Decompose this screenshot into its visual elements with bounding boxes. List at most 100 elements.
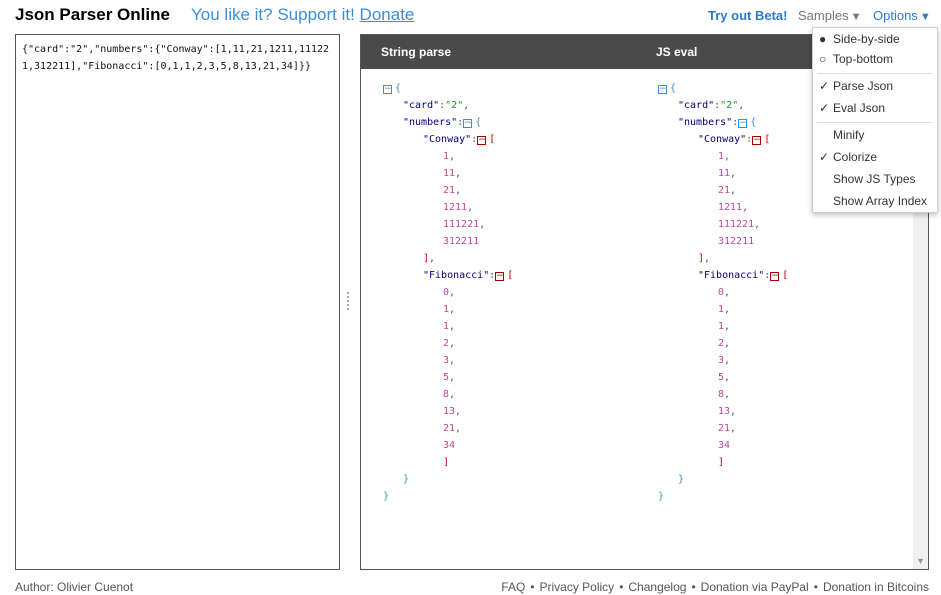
radio-selected-icon: ● (819, 32, 827, 46)
collapse-toggle-icon[interactable]: − (477, 136, 487, 145)
samples-menu-button[interactable]: Samples ▼ (798, 8, 861, 23)
faq-link[interactable]: FAQ (501, 580, 525, 594)
json-tree-line: 13, (718, 406, 737, 417)
json-tree-line: 1211, (718, 202, 749, 213)
json-tree-line: "numbers":−{ (403, 117, 482, 128)
json-tree-line: 21, (443, 423, 462, 434)
collapse-toggle-icon[interactable]: − (658, 85, 667, 94)
json-array-value: 11 (718, 168, 731, 179)
json-tree-line: 312211 (383, 233, 513, 250)
options-dropdown: ● Side-by-side ○ Top-bottom ✓ Parse Json ✓ E… (812, 27, 938, 213)
json-tree-line: "Conway":−[ (698, 134, 771, 145)
json-token: "Conway" (698, 134, 747, 145)
string-parse-tree: −{"card":"2", "numbers":−{"Conway":−[1, 11… (383, 80, 513, 505)
json-tree-line: 21, (718, 423, 737, 434)
paypal-donation-link[interactable]: Donation via PayPal (701, 580, 809, 594)
collapse-toggle-icon[interactable]: − (738, 119, 748, 128)
radio-empty-icon: ○ (819, 52, 827, 66)
bitcoin-donation-link[interactable]: Donation in Bitcoins (823, 580, 929, 594)
collapse-toggle-icon[interactable]: − (495, 272, 505, 281)
json-token: "2" (445, 100, 464, 111)
json-tree-line: −{ (658, 83, 677, 94)
author-credit: Author: Olivier Cuenot (15, 580, 134, 594)
json-tree-line: 111221, (443, 219, 486, 230)
donate-link[interactable]: Donate (360, 5, 415, 24)
json-tree-line: 1, (718, 151, 731, 162)
pane-splitter-handle[interactable] (347, 290, 351, 314)
json-tree-line: } (678, 474, 685, 485)
option-top-bottom[interactable]: ○ Top-bottom (819, 50, 893, 68)
json-tree-line: } (403, 474, 410, 485)
json-token: "card" (678, 100, 715, 111)
json-tree-line: 0, (443, 287, 456, 298)
json-tree-line: 34 (383, 437, 513, 454)
json-token: "Fibonacci" (698, 270, 765, 281)
json-array-value: 11 (443, 168, 456, 179)
options-menu-button[interactable]: Options ▼ (873, 8, 931, 23)
option-minify[interactable]: Minify (819, 126, 864, 144)
json-tree-line: 13, (443, 406, 462, 417)
json-tree-line: ] (718, 457, 725, 468)
option-show-js-types[interactable]: Show JS Types (819, 170, 916, 188)
json-array-value: 1211 (443, 202, 468, 213)
json-tree-line: 8, (718, 389, 731, 400)
menu-divider (817, 122, 933, 123)
json-tree-line: 2, (718, 338, 731, 349)
json-array-value: 34 (443, 440, 456, 451)
json-array-value: 312211 (443, 236, 480, 247)
json-tree-line: 0, (718, 287, 731, 298)
json-tree-line: } (383, 491, 390, 502)
json-array-value: 21 (443, 423, 456, 434)
support-text: You like it? Support it! (191, 5, 355, 24)
option-colorize[interactable]: ✓ Colorize (819, 148, 877, 166)
json-array-value: 111221 (718, 219, 755, 230)
option-parse-json[interactable]: ✓ Parse Json (819, 77, 893, 95)
json-tree-line: 11, (718, 168, 737, 179)
json-tree-line: 8, (443, 389, 456, 400)
collapse-toggle-icon[interactable]: − (383, 85, 392, 94)
support-message: You like it? Support it! Donate (191, 5, 414, 25)
json-token: "numbers" (678, 117, 733, 128)
json-input-textarea[interactable]: {"card":"2","numbers":{"Conway":[1,11,21… (15, 34, 340, 570)
samples-label: Samples (798, 8, 849, 23)
privacy-policy-link[interactable]: Privacy Policy (540, 580, 615, 594)
scroll-down-arrow-icon[interactable]: ▼ (916, 556, 925, 566)
collapse-toggle-icon[interactable]: − (463, 119, 473, 128)
json-tree-line: ] (443, 457, 450, 468)
try-beta-link[interactable]: Try out Beta! (708, 8, 787, 23)
options-label: Options (873, 8, 918, 23)
json-tree-line: ], (423, 253, 436, 264)
option-side-by-side[interactable]: ● Side-by-side (819, 30, 900, 48)
changelog-link[interactable]: Changelog (628, 580, 686, 594)
json-tree-line: 1211, (443, 202, 474, 213)
json-tree-line: 5, (718, 372, 731, 383)
json-tree-line: 312211 (658, 233, 788, 250)
json-array-value: 21 (718, 423, 731, 434)
menu-divider (817, 73, 933, 74)
js-eval-tree: −{"card":"2", "numbers":−{ "Conway":−[ 1, 11… (658, 80, 788, 505)
json-token: "Fibonacci" (423, 270, 490, 281)
json-tree-line: "Fibonacci":−[ (698, 270, 789, 281)
app-title: Json Parser Online (15, 5, 170, 24)
json-tree-line: 1, (443, 151, 456, 162)
json-token: "2" (720, 100, 739, 111)
json-array-value: 21 (443, 185, 456, 196)
json-tree-line: ], (698, 253, 711, 264)
option-show-array-index[interactable]: Show Array Index (819, 192, 927, 210)
json-tree-line: 2, (443, 338, 456, 349)
json-tree-line: 11, (443, 168, 462, 179)
json-tree-line: "card":"2", (678, 100, 745, 111)
json-token: "Conway" (423, 134, 472, 145)
json-array-value: 13 (718, 406, 731, 417)
collapse-toggle-icon[interactable]: − (770, 272, 780, 281)
json-tree-line: 21, (443, 185, 462, 196)
json-array-value: 21 (718, 185, 731, 196)
json-tree-line: 3, (443, 355, 456, 366)
json-tree-line: 1, (443, 304, 456, 315)
collapse-toggle-icon[interactable]: − (752, 136, 762, 145)
json-tree-line: "numbers":−{ (678, 117, 757, 128)
json-tree-line: 1, (718, 321, 731, 332)
chevron-down-icon: ▼ (850, 11, 862, 23)
json-tree-line: 111221, (718, 219, 761, 230)
option-eval-json[interactable]: ✓ Eval Json (819, 99, 885, 117)
